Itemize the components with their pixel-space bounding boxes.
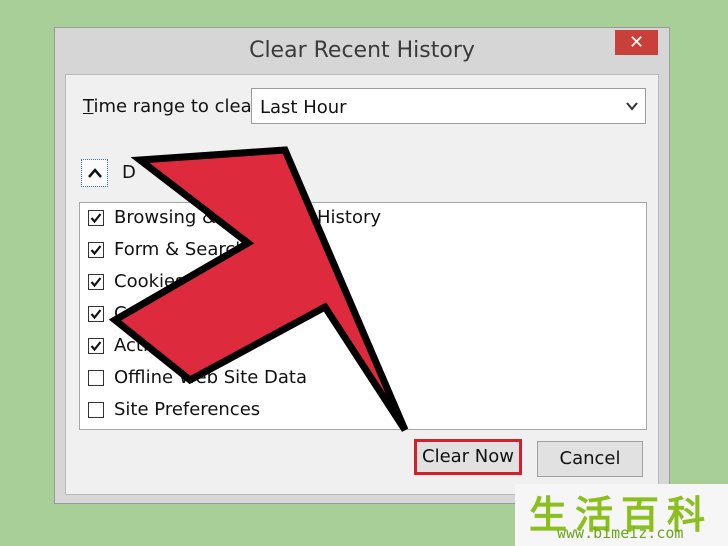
title-bar: Clear Recent History ✕ [55, 28, 669, 74]
watermark: 生活百科 www.bimeiz.com [515, 484, 728, 546]
checkmark-icon [90, 277, 102, 288]
clear-history-dialog: Clear Recent History ✕ Time range to cle… [54, 27, 670, 504]
checkbox[interactable] [88, 242, 104, 258]
checkbox[interactable] [88, 274, 104, 290]
checkmark-icon [90, 245, 102, 256]
checkmark-icon [90, 341, 102, 352]
time-range-value: Last Hour [260, 97, 347, 118]
checkbox[interactable] [88, 402, 104, 418]
chevron-down-icon [626, 102, 638, 111]
list-item-label: Cache [114, 303, 170, 324]
checkbox[interactable] [88, 338, 104, 354]
history-items-list: Browsing & Download History Form & Searc… [79, 202, 647, 430]
dialog-title: Clear Recent History [249, 38, 475, 63]
details-label: D [122, 162, 136, 183]
list-item-label: Offline Web Site Data [114, 367, 307, 388]
close-icon: ✕ [628, 32, 645, 52]
list-item-label: Form & Search History [114, 239, 317, 260]
clear-now-button[interactable]: Clear Now [414, 439, 522, 475]
time-range-label-accesskey: T [83, 96, 94, 117]
checkmark-icon [90, 309, 102, 320]
list-item-label: Active Logins [114, 335, 234, 356]
checkbox[interactable] [88, 210, 104, 226]
list-item-label: Browsing & Download History [114, 207, 382, 228]
dialog-content: Time range to clear: Last Hour D Browsin… [65, 74, 659, 495]
time-range-label-text: ime range to clear: [93, 96, 265, 117]
list-item-label: Cookies [114, 271, 185, 292]
details-toggle-button[interactable] [81, 159, 108, 187]
chevron-up-icon [88, 168, 102, 178]
checkbox[interactable] [88, 306, 104, 322]
close-button[interactable]: ✕ [615, 30, 658, 55]
checkmark-icon [90, 213, 102, 224]
cancel-button[interactable]: Cancel [537, 441, 643, 477]
time-range-label: Time range to clear: [83, 96, 265, 117]
checkbox[interactable] [88, 370, 104, 386]
time-range-select[interactable]: Last Hour [251, 88, 646, 124]
watermark-url: www.bimeiz.com [557, 524, 684, 542]
list-item-label: Site Preferences [114, 399, 261, 420]
